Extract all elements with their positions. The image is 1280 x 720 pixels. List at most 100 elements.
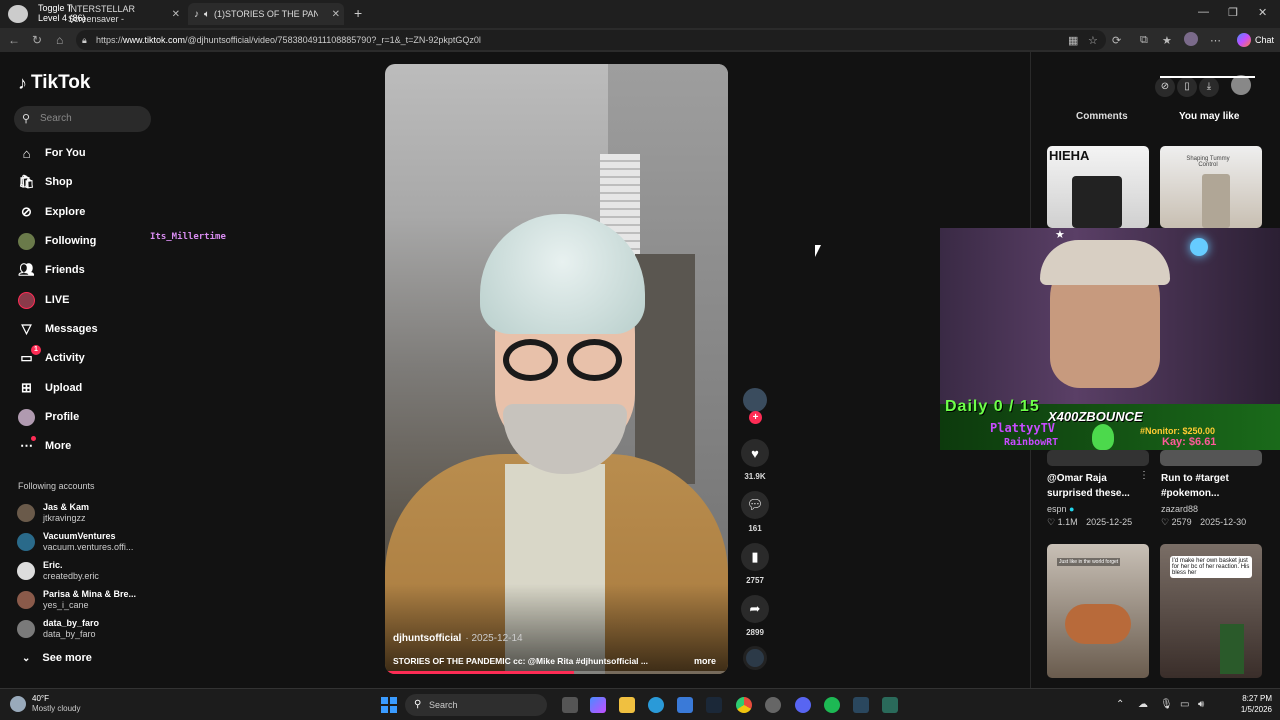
windows-start-icon[interactable] bbox=[381, 697, 397, 713]
caption-more-button[interactable]: more bbox=[694, 656, 716, 666]
file-explorer-icon[interactable] bbox=[619, 697, 635, 713]
close-window-icon[interactable]: ✕ bbox=[1258, 6, 1267, 19]
chrome-icon[interactable] bbox=[736, 697, 752, 713]
speaker-icon[interactable]: 🔈︎ bbox=[204, 9, 210, 20]
new-tab-button[interactable]: + bbox=[354, 5, 362, 21]
recommended-thumbnail[interactable]: Just like in the world forget bbox=[1047, 544, 1149, 678]
account-parisa-mina[interactable]: Parisa & Mina & Bre... yes_i_cane bbox=[17, 589, 136, 611]
tab-you-may-like[interactable]: You may like bbox=[1179, 111, 1239, 122]
search-input[interactable]: ⚲ Search bbox=[14, 106, 151, 132]
refresh-icon[interactable]: ↻ bbox=[32, 33, 42, 47]
share-icon[interactable]: ➦ bbox=[741, 595, 769, 623]
account-eric[interactable]: Eric. createdby.eric bbox=[17, 560, 99, 582]
favorite-star-icon[interactable]: ☆ bbox=[1088, 34, 1098, 47]
weather-widget[interactable]: 40°F Mostly cloudy bbox=[10, 694, 80, 714]
music-disc-icon[interactable] bbox=[743, 646, 767, 670]
alien-icon bbox=[1092, 424, 1114, 450]
star-icon: ★ bbox=[1055, 229, 1065, 241]
nav-following[interactable]: Following bbox=[18, 231, 96, 251]
video-player[interactable]: djhuntsofficial · 2025-12-14 STORIES OF T… bbox=[385, 64, 728, 674]
bookmark-icon[interactable]: ▮ bbox=[741, 543, 769, 571]
copilot-icon bbox=[1236, 33, 1251, 47]
steam-icon[interactable] bbox=[706, 697, 722, 713]
nav-messages[interactable]: ▽ Messages bbox=[18, 319, 98, 339]
volume-icon[interactable]: 🔊︎ bbox=[1198, 699, 1204, 710]
nav-for-you[interactable]: ⌂ For You bbox=[18, 143, 86, 163]
recommended-thumbnail[interactable] bbox=[1160, 450, 1262, 466]
nav-friends[interactable]: 👥︎ Friends bbox=[18, 260, 85, 280]
close-icon[interactable]: ✕ bbox=[332, 9, 340, 20]
card-title[interactable]: @Omar Raja surprised these... bbox=[1047, 471, 1142, 501]
back-icon[interactable]: ← bbox=[8, 33, 20, 47]
recommended-thumbnail[interactable]: I'd make her own basket just for her bc … bbox=[1160, 544, 1262, 678]
tiktok-logo[interactable]: ♪ TikTok bbox=[18, 72, 90, 94]
home-icon: ⌂ bbox=[22, 145, 31, 161]
like-action[interactable]: ♥ 31.9K bbox=[741, 439, 769, 481]
recommended-thumbnail[interactable]: HIEHA bbox=[1047, 146, 1149, 228]
nav-activity[interactable]: ▭ 1 Activity bbox=[18, 345, 85, 368]
save-action[interactable]: ▮ 2757 bbox=[741, 543, 769, 585]
task-view-icon[interactable] bbox=[562, 697, 578, 713]
store-icon[interactable] bbox=[677, 697, 693, 713]
copilot-chat-button[interactable]: Chat bbox=[1236, 31, 1274, 49]
recommended-thumbnail[interactable] bbox=[1047, 450, 1149, 466]
extensions-icon[interactable]: ⧉ bbox=[1140, 34, 1148, 47]
card-user[interactable]: espn ● bbox=[1047, 504, 1074, 514]
compass-icon[interactable]: ⊘ bbox=[1155, 77, 1175, 97]
profile-avatar-icon[interactable] bbox=[1184, 32, 1198, 46]
home-icon[interactable]: ⌂ bbox=[56, 33, 63, 47]
copilot-app-icon[interactable] bbox=[590, 697, 606, 713]
onedrive-icon[interactable]: ☁︎ bbox=[1138, 699, 1148, 710]
nav-upload[interactable]: ⊞ Upload bbox=[18, 378, 82, 398]
device-icon[interactable]: ▯ bbox=[1177, 77, 1197, 97]
microphone-icon[interactable]: 🎙︎ bbox=[1160, 699, 1173, 710]
comment-action[interactable]: 💬︎ 161 bbox=[741, 491, 769, 533]
recommended-thumbnail[interactable]: Shaping Tummy Control bbox=[1160, 146, 1262, 228]
discord-icon[interactable] bbox=[795, 697, 811, 713]
app-icon[interactable] bbox=[882, 697, 898, 713]
stream-rainbow-label: RainbowRT bbox=[1004, 437, 1059, 448]
see-more-button[interactable]: ⌄ See more bbox=[22, 652, 92, 664]
chevron-up-icon[interactable]: ⌃ bbox=[1116, 699, 1124, 710]
account-vacuumventures[interactable]: VacuumVentures vacuum.ventures.offi... bbox=[17, 531, 133, 553]
nav-more[interactable]: ⋯ More bbox=[18, 436, 71, 456]
clock[interactable]: 8:27 PM 1/5/2026 bbox=[1241, 693, 1272, 715]
apps-icon[interactable]: ▦ bbox=[1068, 34, 1078, 47]
nav-shop[interactable]: 🛍︎ Shop bbox=[18, 172, 72, 192]
account-jas-kam[interactable]: Jas & Kam jtkravingzz bbox=[17, 502, 89, 524]
share-action[interactable]: ➦ 2899 bbox=[741, 595, 769, 637]
follow-plus-icon[interactable]: + bbox=[749, 411, 762, 424]
card-meta: ♡ 2579 2025-12-30 bbox=[1161, 517, 1247, 527]
card-user[interactable]: zazard88 bbox=[1161, 504, 1198, 514]
comment-icon[interactable]: 💬︎ bbox=[741, 491, 769, 519]
nav-live[interactable]: LIVE bbox=[18, 290, 69, 310]
video-author[interactable]: djhuntsofficial · 2025-12-14 bbox=[393, 633, 523, 644]
heart-icon[interactable]: ♥ bbox=[741, 439, 769, 467]
browser-logo-icon[interactable] bbox=[8, 5, 28, 23]
tab-comments[interactable]: Comments bbox=[1076, 111, 1128, 122]
app-icon[interactable] bbox=[765, 697, 781, 713]
creator-avatar[interactable] bbox=[743, 388, 767, 412]
user-avatar[interactable] bbox=[1231, 75, 1251, 95]
edge-icon[interactable] bbox=[648, 697, 664, 713]
card-title[interactable]: Run to #target #pokemon... bbox=[1161, 471, 1256, 501]
menu-dots-icon[interactable]: ⋯ bbox=[1210, 34, 1221, 47]
favorites-icon[interactable]: ★ bbox=[1162, 34, 1172, 47]
more-options-icon[interactable]: ⋮ bbox=[1139, 470, 1149, 481]
close-icon[interactable]: ✕ bbox=[172, 9, 180, 20]
tab-stories[interactable]: ♪ 🔈︎ (1)STORIES OF THE PANDEMI ✕ bbox=[188, 3, 344, 25]
restore-icon[interactable]: ❐ bbox=[1228, 6, 1238, 19]
nav-explore[interactable]: ⊘ Explore bbox=[18, 202, 85, 222]
url-input[interactable]: 🔒︎ https://www.tiktok.com/@djhuntsoffici… bbox=[76, 30, 1106, 50]
download-icon[interactable]: ⤓ bbox=[1199, 77, 1219, 97]
network-icon[interactable]: ▭ bbox=[1180, 699, 1189, 710]
spotify-icon[interactable] bbox=[824, 697, 840, 713]
refresh-page-icon[interactable]: ⟳ bbox=[1112, 34, 1121, 47]
browser-tab-bar: INTERSTELLAR Screensaver - ✕ Toggle T Le… bbox=[0, 0, 1280, 28]
account-data-by-faro[interactable]: data_by_faro data_by_faro bbox=[17, 618, 99, 640]
nav-profile[interactable]: Profile bbox=[18, 407, 79, 427]
taskbar-search[interactable]: ⚲ Search bbox=[405, 694, 547, 716]
steam-app-icon[interactable] bbox=[853, 697, 869, 713]
video-progress-bar[interactable] bbox=[385, 671, 728, 674]
minimize-icon[interactable]: — bbox=[1198, 6, 1209, 18]
